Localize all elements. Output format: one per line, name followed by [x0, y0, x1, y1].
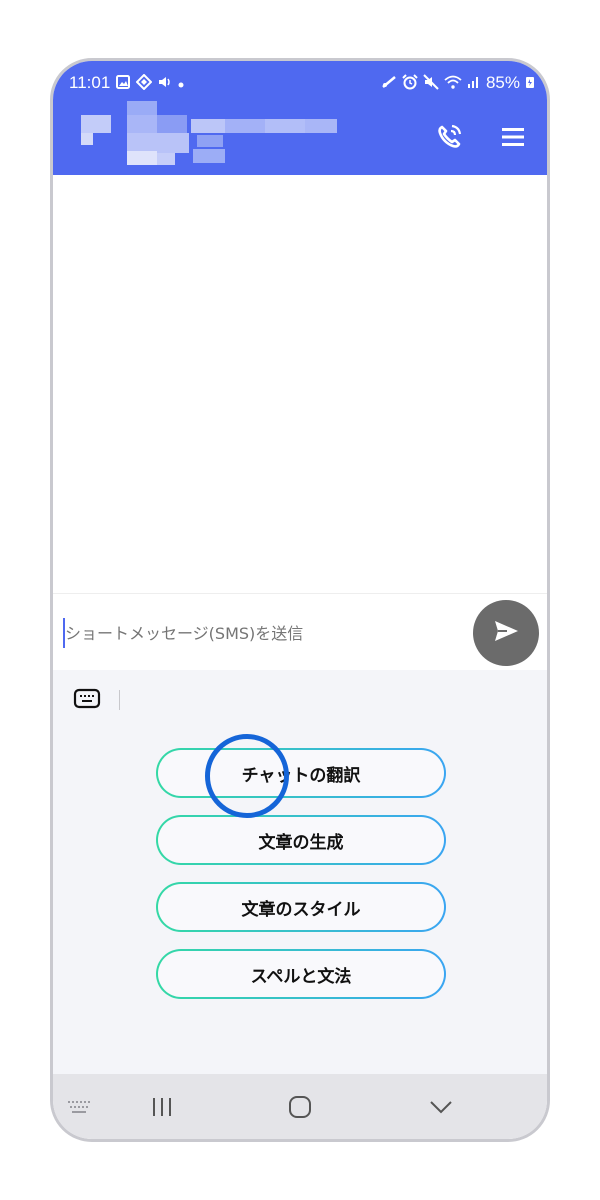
sms-input[interactable]	[63, 618, 467, 648]
keyboard-grid-icon[interactable]	[65, 1094, 95, 1120]
phone-call-icon[interactable]	[433, 121, 465, 153]
compose-text-button[interactable]: 文章の生成	[156, 815, 446, 865]
back-chevron-icon[interactable]	[427, 1094, 455, 1120]
contact-name-pixelated[interactable]	[81, 101, 341, 167]
writing-style-button[interactable]: 文章のスタイル	[156, 882, 446, 932]
battery-icon	[525, 75, 535, 91]
speaker-icon	[158, 75, 172, 91]
keyboard-panel: チャットの翻訳 文章の生成 文章のスタイル スペルと文法	[53, 670, 547, 1080]
recent-apps-icon[interactable]	[149, 1094, 175, 1120]
signal-icon	[467, 75, 481, 91]
battery-percent: 85%	[485, 73, 520, 92]
wifi-call-icon	[381, 75, 397, 91]
spelling-grammar-label: スペルと文法	[250, 966, 352, 987]
send-arrow-icon	[491, 616, 521, 650]
app-bar	[53, 101, 547, 175]
compose-text-label: 文章の生成	[258, 832, 344, 853]
status-time: 11:01	[69, 73, 111, 92]
alarm-icon	[402, 74, 418, 92]
spelling-grammar-button[interactable]: スペルと文法	[156, 949, 446, 999]
dot-icon	[178, 77, 184, 90]
image-icon	[116, 75, 131, 91]
send-button[interactable]	[473, 600, 539, 666]
message-list[interactable]	[53, 175, 547, 593]
keyboard-icon[interactable]	[73, 688, 103, 710]
status-bar: 11:01 85%	[53, 61, 547, 101]
wifi-icon	[444, 75, 462, 91]
hamburger-menu-icon[interactable]	[497, 121, 529, 153]
nfc-icon	[135, 73, 153, 92]
phone-frame: 11:01 85% ショートメッセージ(SMS)を送信 チャットの翻訳 文章の生…	[50, 58, 550, 1142]
system-nav-bar	[53, 1074, 547, 1139]
writing-style-label: 文章のスタイル	[241, 899, 361, 920]
message-composer	[53, 593, 547, 671]
chat-translate-label: チャットの翻訳	[241, 765, 361, 786]
toolbar-divider	[119, 690, 120, 710]
home-icon[interactable]	[286, 1094, 314, 1120]
chat-translate-button[interactable]: チャットの翻訳	[156, 748, 446, 798]
mute-icon	[423, 74, 439, 92]
